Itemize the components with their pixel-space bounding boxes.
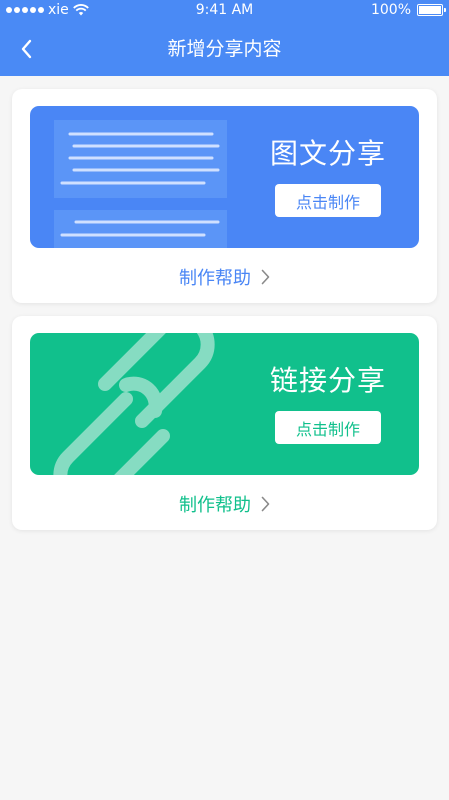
link-make-button[interactable]: 点击制作 xyxy=(275,411,381,444)
nav-bar: 新增分享内容 xyxy=(0,22,449,76)
help-label: 制作帮助 xyxy=(179,495,251,516)
image-text-share-title: 图文分享 xyxy=(269,137,386,170)
battery-percent: 100% xyxy=(370,2,411,18)
link-help-link[interactable]: 制作帮助 xyxy=(12,492,437,516)
chevron-right-icon xyxy=(261,269,270,285)
image-text-share-card: 图文分享 点击制作 制作帮助 xyxy=(12,89,437,303)
battery-icon xyxy=(417,4,446,16)
status-right: 100% xyxy=(370,2,446,18)
status-bar: xie 9:41 AM 100% xyxy=(0,0,449,22)
page-title: 新增分享内容 xyxy=(167,38,282,60)
link-share-card: 链接分享 点击制作 制作帮助 xyxy=(12,316,437,530)
chevron-right-icon xyxy=(261,496,270,512)
battery-fill xyxy=(419,6,441,14)
link-chain-icon xyxy=(53,333,215,475)
link-share-banner[interactable]: 链接分享 点击制作 xyxy=(30,333,419,475)
image-text-help-link[interactable]: 制作帮助 xyxy=(12,265,437,289)
link-share-title: 链接分享 xyxy=(269,364,386,397)
help-label: 制作帮助 xyxy=(179,268,251,289)
document-icon xyxy=(54,120,227,248)
image-text-share-banner[interactable]: 图文分享 点击制作 xyxy=(30,106,419,248)
image-text-make-button[interactable]: 点击制作 xyxy=(275,184,381,217)
